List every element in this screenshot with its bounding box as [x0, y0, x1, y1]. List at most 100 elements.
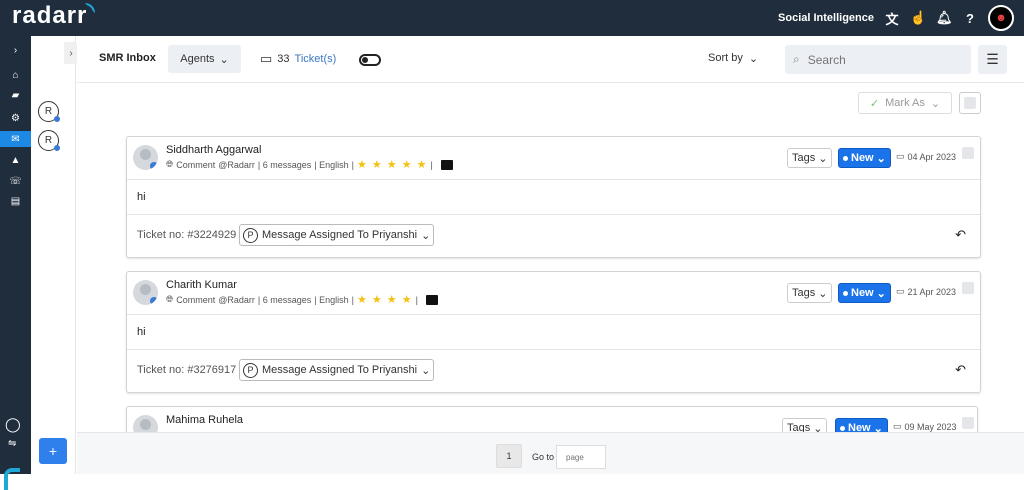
agent-avatar[interactable]: R — [38, 101, 60, 122]
calendar-icon: ▭ — [896, 151, 905, 161]
calendar-icon: ▭ — [896, 286, 905, 296]
sync-icon[interactable]: ⇋ — [8, 438, 16, 449]
support-icon[interactable]: ◯ — [5, 416, 21, 433]
date-text: 09 May 2023 — [904, 421, 957, 432]
mark-as-dropdown[interactable]: ✓ Mark As ⌄ — [858, 92, 952, 114]
help-icon[interactable]: ? — [962, 11, 978, 26]
left-nav: › ⌂ ▰ ⚙ ✉ ▲ ☏ ▤ ◯ ⇋ — [0, 36, 31, 490]
status-label: New — [851, 287, 874, 299]
search-icon: ⌕ — [793, 52, 800, 66]
rating-stars: ★ ★ ★ ★ ★ — [356, 159, 428, 171]
ticket-footer: Ticket no: #3224929 P Message Assigned To… — [127, 215, 980, 257]
inbox-icon[interactable]: ✉ — [0, 131, 31, 147]
logo-text: radarr — [12, 2, 88, 29]
chat-icon[interactable]: ☏ — [0, 173, 31, 189]
select-all-checkbox[interactable] — [959, 92, 981, 114]
add-icon: + — [48, 443, 58, 459]
settings-icon[interactable]: ⚙ — [0, 110, 31, 126]
reply-icon[interactable]: ↶ — [955, 227, 966, 243]
customer-name[interactable]: Mahima Ruhela — [166, 414, 243, 426]
tags-dropdown[interactable]: Tags ⌄ — [787, 283, 833, 303]
sort-by-dropdown[interactable]: Sort by ⌄ — [708, 52, 758, 65]
ticket-message: hi — [127, 315, 980, 350]
home-icon[interactable]: ⌂ — [0, 67, 31, 83]
customer-name[interactable]: Charith Kumar — [166, 279, 237, 291]
ticket-card[interactable]: Siddharth Aggarwal 🌐︎ Comment @Radarr | … — [126, 136, 981, 258]
globe-icon: 🌐︎ — [166, 294, 174, 304]
top-right-controls: Social Intelligence 文 ☝ 🔔︎ ? ☻ — [778, 0, 1014, 36]
rating-stars: ★ ★ ★ ★ — [356, 294, 413, 306]
ticket-footer: Ticket no: #3276917 P Message Assigned To… — [127, 350, 980, 392]
chevron-down-icon: ⌄ — [421, 229, 431, 242]
page-number-button[interactable]: 1 — [496, 444, 522, 468]
tag-icon[interactable]: ▰ — [0, 87, 31, 103]
assignee-avatar: P — [243, 362, 258, 378]
assignment-dropdown[interactable]: P Message Assigned To Priyanshi ⌄ — [239, 359, 435, 381]
page-input[interactable] — [556, 445, 606, 469]
reply-icon[interactable]: ↶ — [955, 362, 966, 378]
logo-signal-icon — [85, 3, 96, 13]
chevron-down-icon: ⌄ — [876, 152, 886, 165]
report-icon[interactable]: ▤ — [0, 193, 31, 209]
ticket-checkbox[interactable] — [962, 282, 974, 294]
customer-avatar — [133, 280, 158, 305]
status-dropdown[interactable]: New ⌄ — [838, 148, 891, 168]
assignment-label: Message Assigned To Priyanshi — [262, 229, 418, 241]
filter-button[interactable]: ☰ — [978, 45, 1007, 74]
globe-badge-icon — [150, 297, 158, 305]
chevron-down-icon: ⌄ — [876, 287, 886, 300]
search-input[interactable] — [807, 52, 948, 67]
translate-icon[interactable]: 文 — [884, 9, 900, 28]
chevron-down-icon: ⌄ — [421, 364, 431, 377]
agent-status-dot — [54, 145, 60, 151]
ticket-card[interactable]: Charith Kumar 🌐︎ Comment @Radarr | 6 mes… — [126, 271, 981, 393]
ticket-language: | English — [314, 159, 349, 170]
top-bar: radarr Social Intelligence 文 ☝ 🔔︎ ? ☻ — [0, 0, 1024, 36]
assignment-label: Message Assigned To Priyanshi — [262, 364, 418, 376]
customer-name[interactable]: Siddharth Aggarwal — [166, 144, 261, 156]
chevron-down-icon: ⌄ — [818, 152, 828, 165]
mark-as-label: Mark As — [885, 97, 925, 109]
product-name[interactable]: Social Intelligence — [778, 12, 874, 24]
radarr-logo[interactable]: radarr — [12, 2, 96, 30]
view-toggle[interactable] — [359, 54, 381, 66]
radarr-mark-icon — [4, 468, 20, 490]
ticket-message: hi — [127, 180, 980, 215]
tags-dropdown[interactable]: Tags ⌄ — [787, 148, 833, 168]
ticket-count-label: Ticket(s) — [294, 53, 337, 65]
date-text: 21 Apr 2023 — [907, 286, 957, 297]
check-icon: ✓ — [869, 97, 880, 110]
expand-panel-button[interactable]: › — [64, 42, 78, 64]
ticket-checkbox[interactable] — [962, 417, 974, 429]
hand-pointer-icon[interactable]: ☝ — [910, 10, 926, 26]
ticket-count-number: 33 — [277, 53, 290, 65]
ticket-language: | English — [314, 294, 349, 305]
assignment-dropdown[interactable]: P Message Assigned To Priyanshi ⌄ — [239, 224, 435, 246]
globe-icon: 🌐︎ — [166, 159, 174, 169]
mail-icon — [425, 294, 438, 305]
chevron-right-icon[interactable]: › — [0, 42, 31, 58]
globe-badge-icon — [150, 162, 158, 170]
ticket-meta: 🌐︎ Comment @Radarr | 6 messages | Englis… — [166, 158, 453, 171]
ticket-date: ▭ 04 Apr 2023 — [896, 151, 956, 162]
agents-dropdown[interactable]: Agents ⌄ — [168, 45, 241, 73]
mail-icon — [440, 159, 453, 170]
inbox-header: SMR Inbox Agents ⌄ ▭ 33 Ticket(s) Sort by… — [77, 36, 1024, 83]
ticket-count[interactable]: ▭ 33 Ticket(s) — [260, 51, 336, 67]
agent-initial: R — [44, 106, 53, 117]
ticket-header: Charith Kumar 🌐︎ Comment @Radarr | 6 mes… — [127, 272, 980, 315]
ticket-handle: @Radarr — [218, 159, 255, 170]
chevron-down-icon: ⌄ — [219, 53, 229, 66]
ticket-date: ▭ 21 Apr 2023 — [896, 286, 956, 297]
add-button[interactable]: + — [39, 438, 67, 464]
agent-avatar[interactable]: R — [38, 130, 60, 151]
user-avatar[interactable]: ☻ — [988, 5, 1014, 31]
chevron-down-icon: ⌄ — [748, 53, 759, 65]
bell-icon[interactable]: 🔔︎ — [936, 10, 953, 26]
status-dropdown[interactable]: New ⌄ — [838, 283, 891, 303]
ticket-type: Comment — [176, 294, 216, 305]
agent-status-dot — [54, 116, 60, 122]
ticket-header: Siddharth Aggarwal 🌐︎ Comment @Radarr | … — [127, 137, 980, 180]
chart-icon[interactable]: ▲ — [0, 152, 31, 168]
ticket-checkbox[interactable] — [962, 147, 974, 159]
